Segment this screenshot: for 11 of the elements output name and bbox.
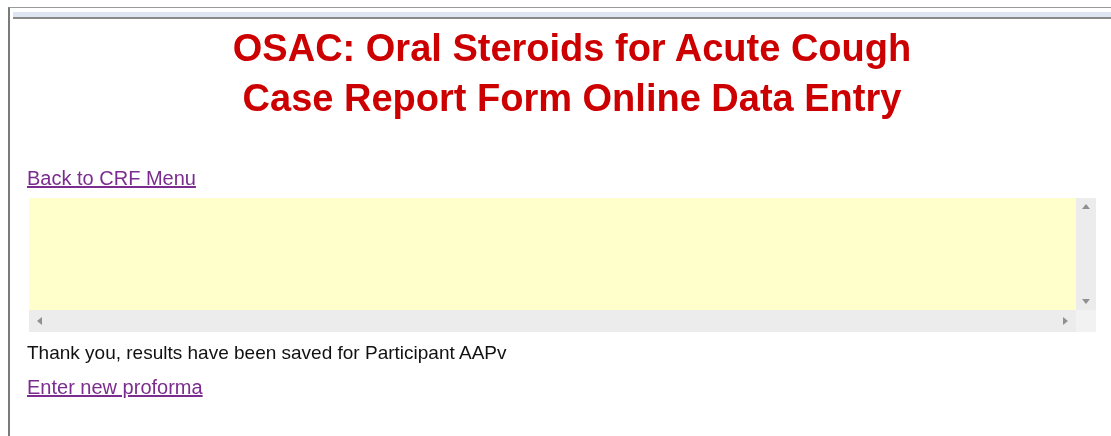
new-proforma-link[interactable]: Enter new proforma [27,376,203,398]
status-message: Thank you, results have been saved for Participant AAPv [27,342,508,364]
scroll-down-icon[interactable] [1082,299,1090,304]
scroll-up-icon[interactable] [1082,204,1090,209]
scrollbar-corner [1076,310,1096,332]
back-link[interactable]: Back to CRF Menu [27,167,196,189]
scroll-right-icon[interactable] [1063,317,1068,325]
scroll-left-icon[interactable] [37,317,42,325]
page-title: OSAC: Oral Steroids for Acute Cough Case Report Form Online Data Entry [231,26,913,121]
horizontal-scrollbar[interactable] [29,310,1076,332]
vertical-scrollbar[interactable] [1076,198,1096,310]
